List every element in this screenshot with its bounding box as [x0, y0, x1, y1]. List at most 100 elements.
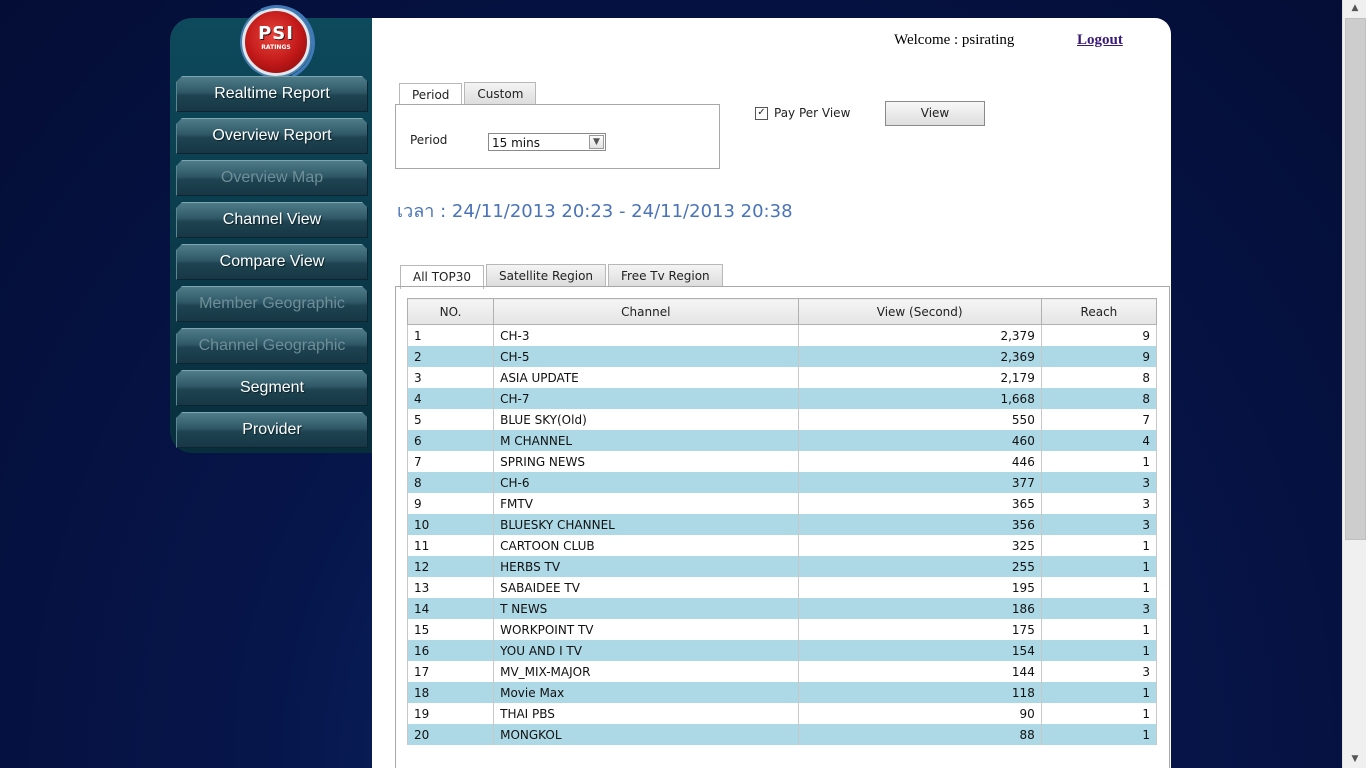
table-row[interactable]: 20 MONGKOL 88 1: [406, 724, 1158, 745]
cell-channel: THAI PBS: [493, 703, 799, 724]
cell-view-seconds: 446: [797, 451, 1042, 472]
cell-no: 17: [406, 661, 495, 682]
cell-channel: SPRING NEWS: [493, 451, 799, 472]
table-row[interactable]: 6M CHANNEL 460 4: [406, 430, 1158, 451]
table-row[interactable]: 12 HERBS TV 255 1: [406, 556, 1158, 577]
table-row[interactable]: 19 THAI PBS 90 1: [406, 703, 1158, 724]
table-row[interactable]: 4 CH-7 1,668 8: [406, 388, 1158, 409]
header-view-seconds[interactable]: View (Second): [797, 298, 1042, 325]
table-row[interactable]: 2 CH-5 2,369 9: [406, 346, 1158, 367]
view-button[interactable]: View: [885, 101, 985, 126]
sidebar-nav: Realtime Report Overview Report Overview M…: [176, 76, 368, 454]
cell-reach: 1: [1040, 577, 1158, 598]
cell-view-seconds: 460: [797, 430, 1042, 451]
cell-channel: ASIA UPDATE: [493, 367, 799, 388]
cell-reach: 8: [1040, 388, 1158, 409]
cell-view-seconds: 144: [797, 661, 1042, 682]
table-row[interactable]: 10 BLUESKY CHANNEL 356 3: [406, 514, 1158, 535]
cell-view-seconds: 186: [797, 598, 1042, 619]
cell-reach: 3: [1040, 598, 1158, 619]
cell-reach: 9: [1040, 324, 1158, 346]
psi-logo[interactable]: PSI RATINGS: [228, 0, 326, 92]
table-row[interactable]: 8 CH-6 377 3: [406, 472, 1158, 493]
cell-no: 4: [406, 388, 495, 409]
table-row[interactable]: 9 FMTV 365 3: [406, 493, 1158, 514]
cell-no: 3: [406, 367, 495, 388]
cell-no: 13: [406, 577, 495, 598]
cell-reach: 7: [1040, 409, 1158, 430]
table-row[interactable]: 18 Movie Max 118 1: [406, 682, 1158, 703]
sidebar-item-realtime-report[interactable]: Realtime Report: [176, 76, 368, 112]
cell-channel: CH-3: [493, 324, 799, 346]
tab-custom[interactable]: Custom: [464, 82, 537, 105]
cell-no: 5: [406, 409, 495, 430]
pay-per-view-checkbox[interactable]: ✓: [755, 106, 768, 120]
cell-channel: BLUESKY CHANNEL: [493, 514, 799, 535]
table-row[interactable]: 3 ASIA UPDATE 2,179 8: [406, 367, 1158, 388]
period-select-value: 15 mins: [492, 136, 540, 150]
chevron-down-icon[interactable]: ▼: [589, 135, 604, 149]
scroll-up-icon[interactable]: ▲: [1343, 0, 1366, 17]
table-row[interactable]: 17 MV_MIX-MAJOR 144 3: [406, 661, 1158, 682]
scroll-down-icon[interactable]: ▼: [1343, 751, 1366, 768]
cell-view-seconds: 154: [797, 640, 1042, 661]
pay-per-view-option[interactable]: ✓ Pay Per View: [755, 106, 850, 120]
cell-reach: 3: [1040, 661, 1158, 682]
logo-text: PSI: [258, 23, 294, 44]
cell-channel: M CHANNEL: [493, 430, 799, 451]
logo-subtext: RATINGS: [261, 44, 291, 51]
cell-no: 14: [406, 598, 495, 619]
cell-reach: 1: [1040, 619, 1158, 640]
cell-view-seconds: 377: [797, 472, 1042, 493]
cell-view-seconds: 195: [797, 577, 1042, 598]
cell-reach: 1: [1040, 724, 1158, 745]
cell-view-seconds: 325: [797, 535, 1042, 556]
cell-view-seconds: 175: [797, 619, 1042, 640]
sidebar-item-member-geographic: Member Geographic: [176, 286, 368, 322]
period-select[interactable]: 15 mins ▼: [488, 133, 606, 151]
header-channel[interactable]: Channel: [493, 298, 799, 325]
table-row[interactable]: 1 CH-3 2,379 9: [406, 324, 1158, 346]
cell-view-seconds: 88: [797, 724, 1042, 745]
cell-reach: 8: [1040, 367, 1158, 388]
cell-view-seconds: 2,179: [797, 367, 1042, 388]
cell-no: 9: [406, 493, 495, 514]
sidebar-item-provider[interactable]: Provider: [176, 412, 368, 448]
cell-view-seconds: 90: [797, 703, 1042, 724]
table-row[interactable]: 11 CARTOON CLUB 325 1: [406, 535, 1158, 556]
scroll-thumb[interactable]: [1345, 18, 1366, 540]
table-row[interactable]: 5 BLUE SKY(Old) 550 7: [406, 409, 1158, 430]
table-row[interactable]: 14 T NEWS 186 3: [406, 598, 1158, 619]
cell-no: 18: [406, 682, 495, 703]
sidebar-item-channel-geographic: Channel Geographic: [176, 328, 368, 364]
ratings-table: NO. Channel View (Second) Reach 1 CH-3 2,3…: [406, 298, 1158, 745]
table-row[interactable]: 16 YOU AND I TV 154 1: [406, 640, 1158, 661]
cell-channel: Movie Max: [493, 682, 799, 703]
cell-channel: BLUE SKY(Old): [493, 409, 799, 430]
cell-view-seconds: 2,369: [797, 346, 1042, 367]
cell-no: 19: [406, 703, 495, 724]
cell-view-seconds: 550: [797, 409, 1042, 430]
sidebar-item-segment[interactable]: Segment: [176, 370, 368, 406]
tab-free-tv-region[interactable]: Free Tv Region: [608, 264, 723, 287]
page-scrollbar[interactable]: ▲ ▼: [1342, 0, 1366, 768]
cell-reach: 1: [1040, 535, 1158, 556]
period-tabs: Period Custom: [399, 82, 538, 107]
cell-no: 12: [406, 556, 495, 577]
sidebar-item-compare-view[interactable]: Compare View: [176, 244, 368, 280]
cell-no: 1: [406, 324, 495, 346]
cell-reach: 3: [1040, 472, 1158, 493]
cell-view-seconds: 255: [797, 556, 1042, 577]
table-row[interactable]: 13 SABAIDEE TV 195 1: [406, 577, 1158, 598]
header-no[interactable]: NO.: [406, 298, 495, 325]
cell-no: 15: [406, 619, 495, 640]
cell-channel: CH-7: [493, 388, 799, 409]
table-header-row: NO. Channel View (Second) Reach: [406, 298, 1158, 325]
sidebar-item-overview-report[interactable]: Overview Report: [176, 118, 368, 154]
logout-link[interactable]: Logout: [1077, 32, 1123, 49]
table-row[interactable]: 7 SPRING NEWS 446 1: [406, 451, 1158, 472]
sidebar-item-channel-view[interactable]: Channel View: [176, 202, 368, 238]
header-reach[interactable]: Reach: [1040, 298, 1158, 325]
tab-satellite-region[interactable]: Satellite Region: [485, 264, 607, 287]
table-row[interactable]: 15 WORKPOINT TV 175 1: [406, 619, 1158, 640]
